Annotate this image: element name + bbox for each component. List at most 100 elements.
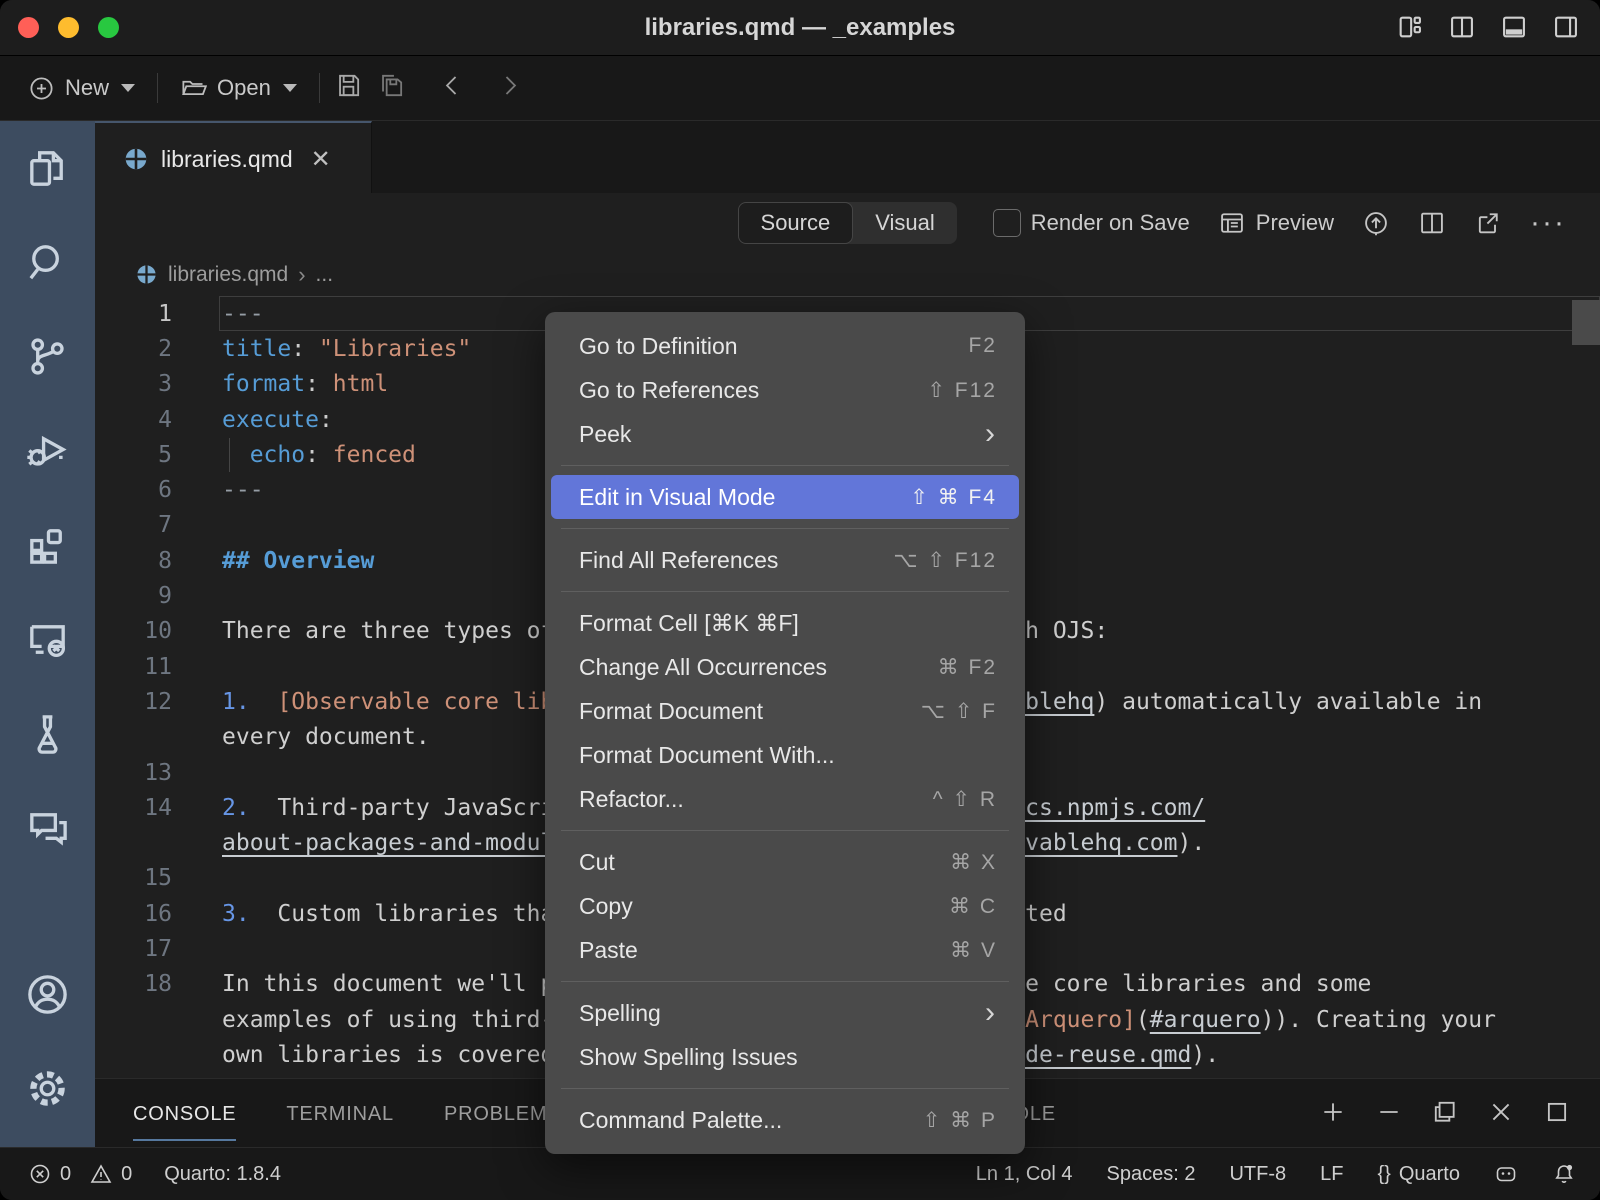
code-line-content: format: html: [222, 371, 388, 397]
line-number: 18: [95, 971, 172, 997]
menu-item-format-document[interactable]: Format Document⌥ ⇧ F: [551, 689, 1019, 733]
preview-button[interactable]: Preview: [1218, 209, 1334, 237]
new-button[interactable]: New: [20, 69, 143, 108]
line-number: 16: [95, 901, 172, 927]
menu-item-paste[interactable]: Paste⌘ V: [551, 928, 1019, 972]
encoding-status[interactable]: UTF-8: [1229, 1163, 1286, 1186]
cursor-position-status[interactable]: Ln 1, Col 4: [976, 1163, 1073, 1186]
menu-item-edit-in-visual-mode[interactable]: Edit in Visual Mode⇧ ⌘ F4: [551, 475, 1019, 519]
panel-tab-terminal[interactable]: TERMINAL: [286, 1079, 394, 1149]
menu-separator: [561, 591, 1009, 592]
panel-plus-icon[interactable]: [1320, 1099, 1346, 1130]
notifications-bell-icon[interactable]: [1552, 1162, 1576, 1186]
visual-mode-button[interactable]: Visual: [853, 202, 957, 244]
plus-circle-icon: [28, 75, 55, 102]
eol-status[interactable]: LF: [1320, 1163, 1343, 1186]
run-debug-icon[interactable]: [24, 427, 71, 474]
language-mode-status[interactable]: {} Quarto: [1377, 1163, 1460, 1186]
source-control-icon[interactable]: [24, 333, 71, 380]
menu-item-go-to-definition[interactable]: Go to DefinitionF2: [551, 324, 1019, 368]
menu-item-shortcut: ⇧ F12: [927, 378, 997, 403]
more-actions-button[interactable]: ···: [1530, 213, 1566, 233]
code-token: "Libraries": [319, 336, 471, 362]
panel-tab-problems[interactable]: PROBLEMS: [444, 1079, 562, 1149]
explorer-icon[interactable]: [24, 145, 71, 192]
problems-status[interactable]: 0 0: [28, 1162, 132, 1186]
menu-item-label: Format Document: [579, 698, 921, 725]
code-token: format: [222, 371, 305, 397]
menu-item-label: Change All Occurrences: [579, 654, 938, 681]
submenu-chevron-icon: ›: [985, 424, 995, 444]
split-editor-button[interactable]: [1418, 209, 1446, 237]
comments-icon[interactable]: [24, 805, 71, 852]
line-number: 15: [95, 865, 172, 891]
menu-item-go-to-references[interactable]: Go to References⇧ F12: [551, 368, 1019, 412]
menu-item-shortcut: ⇧ ⌘ F4: [910, 485, 997, 510]
code-token: execute: [222, 407, 319, 433]
code-token: :: [319, 407, 333, 433]
split-columns-icon: [1418, 209, 1446, 237]
menu-item-cut[interactable]: Cut⌘ X: [551, 840, 1019, 884]
source-mode-button[interactable]: Source: [738, 202, 854, 244]
chevron-down-icon: [283, 84, 297, 92]
menu-item-spelling[interactable]: Spelling›: [551, 991, 1019, 1035]
tab-libraries-qmd[interactable]: libraries.qmd ✕: [95, 121, 372, 195]
menu-item-show-spelling-issues[interactable]: Show Spelling Issues: [551, 1035, 1019, 1079]
menu-item-copy[interactable]: Copy⌘ C: [551, 884, 1019, 928]
code-token: :: [291, 336, 319, 362]
copilot-icon[interactable]: [1494, 1162, 1518, 1186]
quarto-version-status[interactable]: Quarto: 1.8.4: [164, 1163, 281, 1186]
panel-close-icon[interactable]: [1488, 1099, 1514, 1130]
render-on-save-checkbox[interactable]: [993, 209, 1021, 237]
editor-scrollbar[interactable]: [1572, 300, 1600, 345]
panel-minimize-icon[interactable]: [1376, 1099, 1402, 1130]
menu-item-command-palette[interactable]: Command Palette...⇧ ⌘ P: [551, 1098, 1019, 1142]
render-document-button[interactable]: [1362, 209, 1390, 237]
search-sidebar-icon[interactable]: [24, 239, 71, 286]
context-menu: Go to DefinitionF2Go to References⇧ F12P…: [545, 312, 1025, 1154]
menu-item-find-all-references[interactable]: Find All References⌥ ⇧ F12: [551, 538, 1019, 582]
save-button[interactable]: [334, 71, 363, 105]
breadcrumb[interactable]: libraries.qmd › ...: [95, 253, 1600, 296]
remote-explorer-icon[interactable]: [24, 617, 71, 664]
menu-item-change-all-occurrences[interactable]: Change All Occurrences⌘ F2: [551, 645, 1019, 689]
code-token: about-packages-and-modules: [222, 830, 582, 856]
split-editor-icon[interactable]: [1448, 13, 1476, 46]
go-back-button[interactable]: [438, 71, 467, 105]
chevron-right-icon: [495, 71, 524, 100]
settings-gear-icon[interactable]: [24, 1065, 71, 1112]
toggle-panel-icon[interactable]: [1500, 13, 1528, 46]
open-button[interactable]: Open: [172, 69, 305, 108]
code-token: code-reuse.qmd: [997, 1042, 1191, 1068]
open-in-new-window-button[interactable]: [1474, 209, 1502, 237]
menu-item-format-document-with[interactable]: Format Document With...: [551, 733, 1019, 777]
code-line-content: echo: fenced: [222, 442, 416, 468]
panel-restore-icon[interactable]: [1432, 1099, 1458, 1130]
indentation-status[interactable]: Spaces: 2: [1107, 1163, 1196, 1186]
code-line-content: execute:: [222, 407, 333, 433]
close-tab-icon[interactable]: ✕: [311, 145, 331, 174]
menu-item-label: Peek: [579, 421, 985, 448]
save-all-button[interactable]: [377, 71, 406, 105]
editor-action-bar: Source Visual Render on Save Preview ···: [95, 193, 1600, 253]
warning-icon: [89, 1162, 113, 1186]
line-number: 6: [95, 477, 172, 503]
save-all-icon: [377, 71, 406, 100]
go-forward-button[interactable]: [495, 71, 524, 105]
chevron-left-icon: [438, 71, 467, 100]
top-action-bar: New Open Searc: [0, 56, 1600, 121]
menu-item-format-cell-k-f[interactable]: Format Cell [⌘K ⌘F]: [551, 601, 1019, 645]
code-token: ---: [222, 301, 264, 327]
customize-layout-icon[interactable]: [1396, 13, 1424, 46]
menu-item-peek[interactable]: Peek›: [551, 412, 1019, 456]
menu-item-refactor[interactable]: Refactor...^ ⇧ R: [551, 777, 1019, 821]
account-icon[interactable]: [24, 971, 71, 1018]
extensions-icon[interactable]: [24, 521, 71, 568]
save-icon: [334, 71, 363, 100]
toggle-secondary-sidebar-icon[interactable]: [1552, 13, 1580, 46]
panel-maximize-icon[interactable]: [1544, 1099, 1570, 1130]
arrow-up-circle-icon: [1362, 209, 1390, 237]
testing-icon[interactable]: [24, 711, 71, 758]
line-number: 7: [95, 512, 172, 538]
panel-tab-console[interactable]: CONSOLE: [133, 1079, 236, 1149]
